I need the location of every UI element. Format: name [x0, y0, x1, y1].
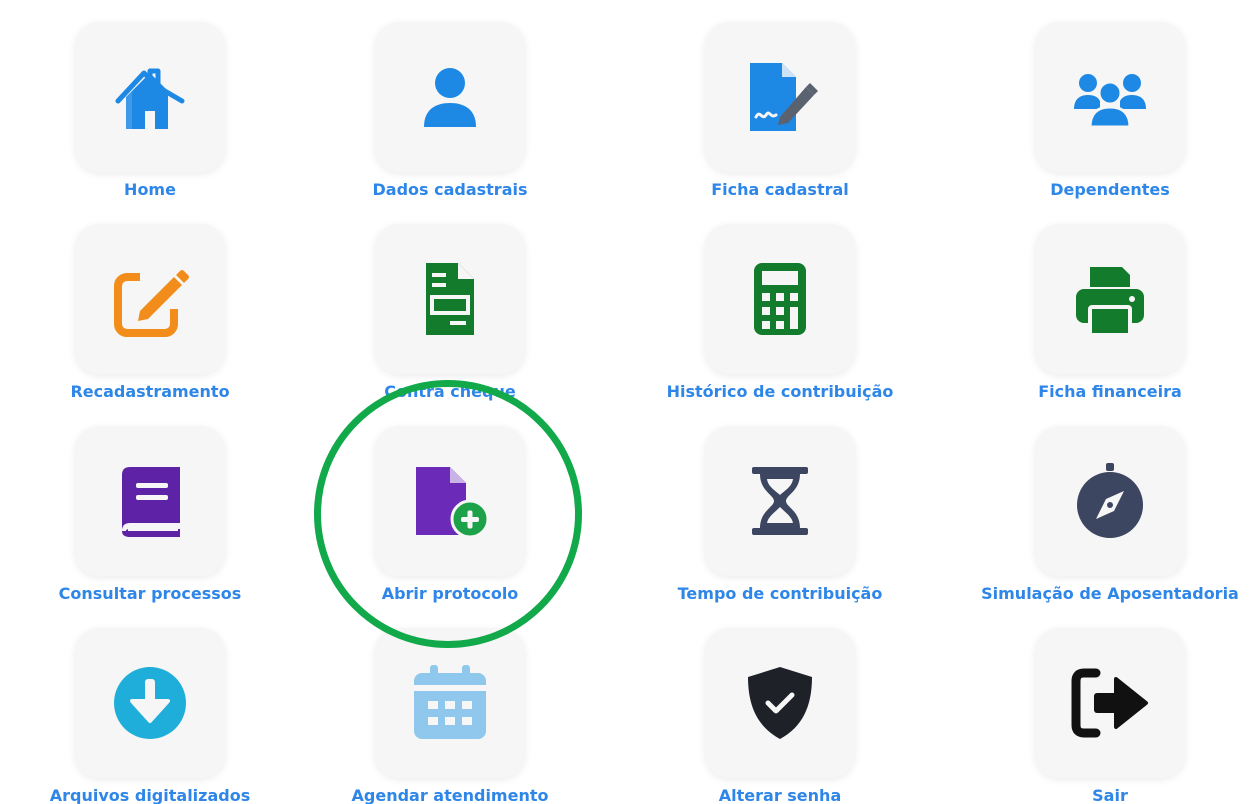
menu-item-alterar-senha[interactable]: Alterar senha: [630, 606, 930, 804]
menu-item-sair[interactable]: Sair: [960, 606, 1257, 804]
menu-item-home[interactable]: Home: [0, 0, 300, 199]
services-menu-page: Home Dados cadastrais Ficha cadastral De…: [0, 0, 1257, 804]
menu-item-label: Consultar processos: [58, 584, 242, 603]
menu-item-dados-cadastrais[interactable]: Dados cadastrais: [300, 0, 600, 199]
home-icon: [115, 68, 185, 129]
menu-item-simulacao-aposentadoria[interactable]: Simulação de Aposentadoria: [960, 404, 1257, 603]
book-icon: [122, 467, 180, 537]
menu-item-label: Dados cadastrais: [372, 180, 528, 199]
menu-item-abrir-protocolo[interactable]: Abrir protocolo: [300, 404, 600, 603]
menu-item-label: Arquivos digitalizados: [49, 786, 251, 804]
menu-item-abrir-protocolo-card: [375, 426, 525, 576]
calculator-icon: [754, 263, 806, 335]
printer-icon: [1076, 267, 1144, 337]
edit-icon: [114, 269, 189, 337]
menu-item-consultar-processos-card: [75, 426, 225, 576]
menu-item-contra-cheque-card: [375, 224, 525, 374]
menu-item-historico-contribuicao-card: [705, 224, 855, 374]
menu-item-simulacao-aposentadoria-card: [1035, 426, 1185, 576]
menu-item-home-card: [75, 22, 225, 172]
menu-item-dados-cadastrais-card: [375, 22, 525, 172]
menu-item-label: Agendar atendimento: [351, 786, 549, 804]
menu-item-alterar-senha-card: [705, 628, 855, 778]
calendar-icon: [414, 665, 486, 739]
shield-check-icon: [748, 667, 812, 739]
user-icon: [424, 68, 476, 127]
menu-item-label: Ficha financeira: [1038, 382, 1182, 401]
file-invoice-icon: [426, 263, 474, 335]
compass-icon: [1077, 463, 1143, 538]
menu-item-ficha-financeira-card: [1035, 224, 1185, 374]
menu-item-label: Home: [124, 180, 176, 199]
menu-item-label: Abrir protocolo: [381, 584, 519, 603]
document-signature-icon: [750, 63, 818, 131]
download-circle-icon: [114, 667, 186, 739]
hourglass-icon: [752, 467, 808, 535]
menu-item-arquivos-digitalizados[interactable]: Arquivos digitalizados: [0, 606, 300, 804]
menu-item-sair-card: [1035, 628, 1185, 778]
menu-item-label: Sair: [1092, 786, 1128, 804]
menu-item-historico-contribuicao[interactable]: Histórico de contribuição: [630, 202, 930, 401]
menu-item-dependentes[interactable]: Dependentes: [960, 0, 1257, 199]
menu-item-agendar-atendimento[interactable]: Agendar atendimento: [300, 606, 600, 804]
menu-item-label: Dependentes: [1050, 180, 1170, 199]
menu-item-ficha-cadastral[interactable]: Ficha cadastral: [630, 0, 930, 199]
menu-item-label: Tempo de contribuição: [677, 584, 883, 603]
menu-item-recadastramento[interactable]: Recadastramento: [0, 202, 300, 401]
menu-item-agendar-atendimento-card: [375, 628, 525, 778]
file-add-icon: [416, 467, 490, 539]
menu-item-label: Alterar senha: [718, 786, 842, 804]
menu-item-ficha-financeira[interactable]: Ficha financeira: [960, 202, 1257, 401]
menu-item-label: Histórico de contribuição: [666, 382, 894, 401]
menu-item-consultar-processos[interactable]: Consultar processos: [0, 404, 300, 603]
users-group-icon: [1074, 74, 1146, 129]
menu-item-ficha-cadastral-card: [705, 22, 855, 172]
menu-item-label: Contra cheque: [384, 382, 516, 401]
menu-item-label: Ficha cadastral: [711, 180, 849, 199]
menu-item-recadastramento-card: [75, 224, 225, 374]
menu-item-dependentes-card: [1035, 22, 1185, 172]
menu-item-tempo-contribuicao[interactable]: Tempo de contribuição: [630, 404, 930, 603]
menu-item-tempo-contribuicao-card: [705, 426, 855, 576]
sign-out-icon: [1071, 668, 1148, 738]
menu-item-label: Recadastramento: [70, 382, 230, 401]
menu-item-contra-cheque[interactable]: Contra cheque: [300, 202, 600, 401]
menu-item-arquivos-digitalizados-card: [75, 628, 225, 778]
menu-item-label: Simulação de Aposentadoria: [981, 584, 1239, 603]
